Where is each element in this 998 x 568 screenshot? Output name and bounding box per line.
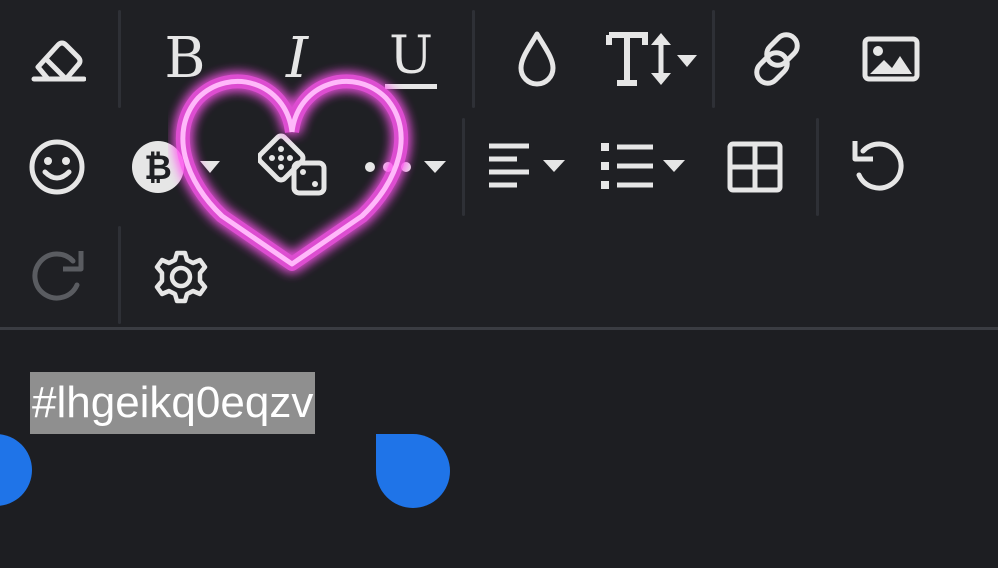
table-icon (727, 141, 783, 193)
eraser-icon (31, 40, 86, 82)
undo-button[interactable] (846, 134, 912, 200)
insert-image-button[interactable] (856, 26, 926, 92)
screen: B I U ₿ #lhgeikq0eqzv (0, 0, 998, 568)
text-size-icon (606, 32, 697, 86)
toolbar-divider (462, 118, 465, 216)
bold-icon: B (164, 26, 206, 91)
align-button[interactable] (484, 138, 576, 194)
image-icon (862, 36, 920, 82)
settings-button[interactable] (148, 244, 214, 310)
italic-icon: I (285, 26, 309, 91)
insert-link-button[interactable] (742, 26, 812, 92)
selected-text[interactable]: #lhgeikq0eqzv (30, 372, 316, 434)
insert-table-button[interactable] (722, 136, 788, 198)
italic-button[interactable]: I (262, 22, 332, 96)
settings-icon (154, 250, 208, 304)
dice-icon (258, 133, 327, 196)
align-icon (489, 143, 565, 188)
link-icon (754, 32, 800, 86)
selection-end-handle[interactable] (376, 434, 450, 508)
crypto-button[interactable]: ₿ (128, 136, 224, 198)
text-color-button[interactable] (502, 26, 572, 92)
text-size-button[interactable] (604, 24, 702, 94)
bold-button[interactable]: B (150, 22, 220, 96)
clear-format-button[interactable] (22, 30, 92, 90)
toolbar-divider (118, 226, 121, 324)
dice-button[interactable] (256, 132, 330, 200)
emoji-button[interactable] (24, 134, 90, 200)
emoji-icon (29, 139, 85, 195)
bitcoin-icon: ₿ (132, 141, 220, 193)
redo-button[interactable] (24, 244, 90, 310)
color-drop-icon (518, 31, 556, 87)
svg-text:₿: ₿ (144, 148, 172, 188)
redo-icon (32, 251, 84, 301)
underline-icon: U (385, 30, 437, 89)
more-insert-button[interactable] (362, 140, 452, 194)
editor-area[interactable]: #lhgeikq0eqzv (0, 330, 998, 568)
more-dots-icon (365, 161, 446, 173)
toolbar-divider (712, 10, 715, 108)
list-button[interactable] (596, 138, 692, 194)
toolbar-divider (118, 10, 121, 108)
selection-start-handle[interactable] (0, 434, 32, 506)
formatting-toolbar: B I U ₿ (0, 0, 998, 330)
undo-icon (852, 141, 904, 191)
underline-button[interactable]: U (376, 22, 446, 96)
toolbar-divider (816, 118, 819, 216)
toolbar-divider (472, 10, 475, 108)
list-icon (601, 143, 685, 189)
